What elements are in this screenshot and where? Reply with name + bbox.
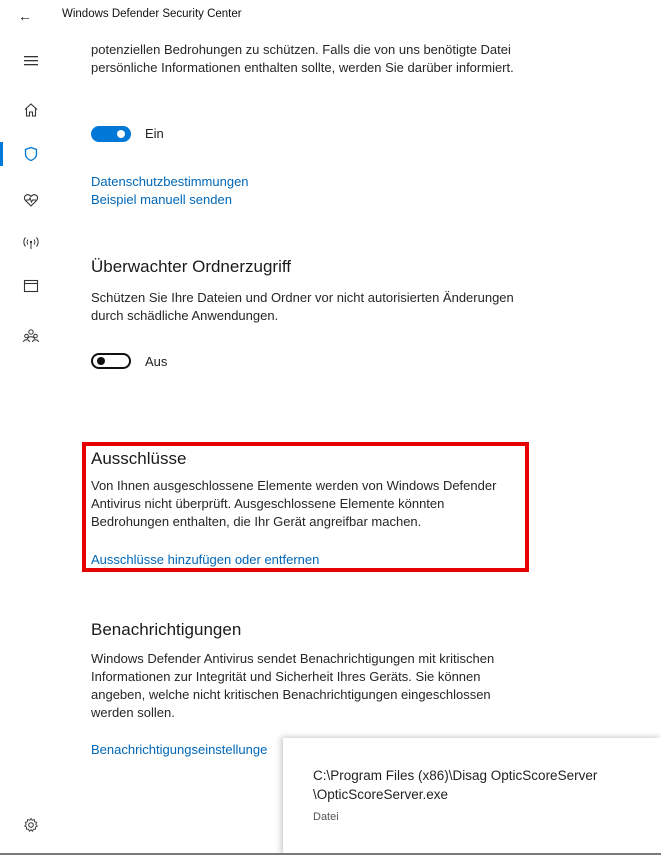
exclusions-description: Von Ihnen ausgeschlossene Elemente werde… [91, 478, 497, 529]
antenna-icon [23, 237, 39, 249]
sidebar-item-device-health[interactable] [0, 185, 62, 215]
notification-settings-link[interactable]: Benachrichtigungseinstellunge [91, 742, 267, 757]
window-title: Windows Defender Security Center [62, 8, 242, 20]
notifications-description: Windows Defender Antivirus sendet Benach… [91, 651, 495, 720]
sidebar-item-family[interactable] [0, 321, 62, 351]
sidebar-item-settings[interactable] [0, 810, 62, 840]
heart-pulse-icon [23, 194, 39, 207]
gear-icon [23, 817, 39, 832]
shield-icon [24, 146, 38, 162]
cloud-protection-toggle[interactable] [91, 126, 131, 142]
folder-access-toggle[interactable] [91, 353, 131, 369]
file-path-tooltip: C:\Program Files (x86)\Disag OpticScoreS… [283, 738, 661, 855]
back-button[interactable]: ← [14, 6, 36, 26]
manage-exclusions-link[interactable]: Ausschlüsse hinzufügen oder entfernen [91, 552, 319, 567]
home-icon [24, 103, 38, 117]
title-bar: ← Windows Defender Security Center [0, 0, 661, 31]
folder-access-heading: Überwachter Ordnerzugriff [91, 257, 291, 276]
tooltip-file-path: C:\Program Files (x86)\Disag OpticScoreS… [313, 768, 598, 802]
folder-toggle-label: Aus [145, 354, 168, 369]
family-icon [23, 329, 39, 343]
hamburger-icon [24, 56, 38, 66]
sidebar-item-app-browser[interactable] [0, 271, 62, 301]
sidebar-item-firewall[interactable] [0, 228, 62, 258]
submit-sample-link[interactable]: Beispiel manuell senden [91, 192, 232, 207]
folder-access-description: Schützen Sie Ihre Dateien und Ordner vor… [91, 290, 514, 323]
tooltip-file-type: Datei [313, 811, 339, 823]
sidebar-item-home[interactable] [0, 95, 62, 125]
hamburger-menu-button[interactable] [0, 46, 62, 76]
exclusions-heading: Ausschlüsse [91, 449, 187, 468]
notifications-heading: Benachrichtigungen [91, 620, 242, 639]
privacy-link[interactable]: Datenschutzbestimmungen [91, 174, 249, 189]
defender-window: ← Windows Defender Security Center poten… [0, 0, 661, 855]
cloud-description: potenziellen Bedrohungen zu schützen. Fa… [91, 42, 514, 75]
sidebar-item-virus-protection[interactable] [0, 139, 62, 169]
toggle-knob [97, 357, 105, 365]
sidebar-nav [0, 31, 62, 853]
toggle-knob [117, 130, 125, 138]
cloud-toggle-label: Ein [145, 126, 164, 141]
browser-window-icon [23, 279, 39, 293]
